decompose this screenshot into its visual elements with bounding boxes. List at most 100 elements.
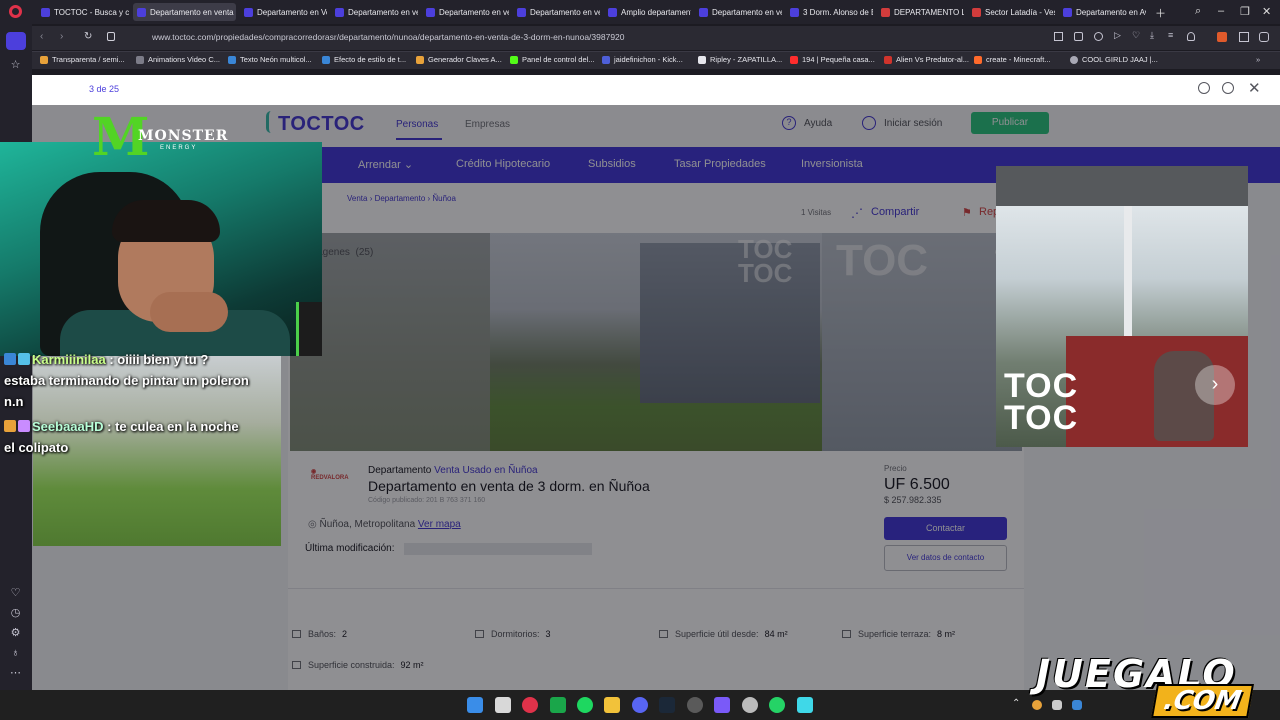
- tab-label: DEPARTAMENTO LAS: [894, 7, 964, 17]
- bookmark[interactable]: Generador Claves A...: [416, 55, 502, 64]
- discord-icon[interactable]: [632, 697, 648, 713]
- url-field[interactable]: www.toctoc.com/propiedades/compracorredo…: [152, 32, 625, 42]
- mod-badge-icon: [18, 353, 30, 365]
- browser-tab[interactable]: Departamento en ven: [331, 3, 418, 21]
- juegalo-domain: .COM: [1151, 684, 1254, 718]
- browser-tab[interactable]: 3 Dorm. Alonso de Er: [786, 3, 873, 21]
- bookmark-label: Efecto de estilo de t...: [334, 55, 407, 64]
- settings-app-icon[interactable]: [742, 697, 758, 713]
- close-window-icon[interactable]: ✕: [1262, 5, 1271, 18]
- close-icon[interactable]: ✕: [1248, 79, 1261, 97]
- whatsapp-icon[interactable]: [769, 697, 785, 713]
- browser-tab[interactable]: Departamento en ven: [513, 3, 600, 21]
- extension-icon[interactable]: [1217, 32, 1227, 42]
- play-icon[interactable]: ▷: [1114, 30, 1121, 41]
- reload-icon[interactable]: ↻: [84, 31, 92, 42]
- menu-icon[interactable]: ≡: [1168, 30, 1173, 40]
- start-button-icon[interactable]: [467, 697, 483, 713]
- toctoc-favicon-icon: [41, 7, 50, 17]
- edit-icon[interactable]: [1054, 32, 1063, 41]
- download-icon[interactable]: ⤓: [1150, 30, 1154, 41]
- bookmark-label: COOL GIRLD JAAJ |...: [1082, 55, 1158, 64]
- image-counter: 3 de 25: [89, 84, 120, 94]
- more-icon[interactable]: ⋯: [9, 667, 22, 680]
- search-tabs-icon[interactable]: ⌕: [1195, 5, 1201, 18]
- obs-icon[interactable]: [687, 697, 703, 713]
- next-photo-button[interactable]: ›: [1195, 365, 1235, 405]
- browser-tab[interactable]: Departamento en Ven: [240, 3, 327, 21]
- settings-icon[interactable]: ⚙: [9, 627, 22, 640]
- app-icon[interactable]: [714, 697, 730, 713]
- zoom-in-icon[interactable]: [1198, 82, 1210, 94]
- bookmark[interactable]: 194 | Pequeña casa...: [790, 55, 875, 64]
- chat-message-continued: n.n: [4, 394, 24, 409]
- browser-tab[interactable]: Sector Latadía - Vesp: [968, 3, 1055, 21]
- chat-text: : oiiii bien y tu ?: [105, 352, 209, 367]
- juegalo-watermark: JUEGALO .COM: [1036, 652, 1280, 720]
- more-bookmarks-icon[interactable]: »: [1256, 55, 1260, 64]
- profile-icon[interactable]: [1187, 32, 1195, 41]
- bookmark-favicon-icon: [322, 55, 330, 64]
- browser-tab[interactable]: TOCTOC - Busca y co: [37, 3, 129, 21]
- chat-text: : te culea en la noche: [103, 419, 239, 434]
- camera-icon[interactable]: [1074, 32, 1083, 41]
- home-icon[interactable]: [6, 32, 26, 50]
- bookmark-label: Ripley - ZAPATILLA...: [710, 55, 783, 64]
- back-icon[interactable]: ‹: [40, 31, 43, 42]
- bookmark[interactable]: Texto Neón multicol...: [228, 55, 312, 64]
- bookmarks-bar: Transparenta / semi... Animations Video …: [32, 51, 1280, 69]
- browser-tab[interactable]: Departamento en ven: [422, 3, 509, 21]
- tab-label: TOCTOC - Busca y co: [54, 7, 129, 17]
- task-view-icon[interactable]: [495, 697, 511, 713]
- browser-tab[interactable]: Amplio departamento: [604, 3, 691, 21]
- toctoc-favicon-icon: [608, 7, 617, 17]
- bookmark[interactable]: Alien Vs Predator-al...: [884, 55, 969, 64]
- bookmark[interactable]: Animations Video C...: [136, 55, 220, 64]
- bookmark-favicon-icon: [1070, 55, 1078, 64]
- generic-favicon-icon: [972, 7, 981, 17]
- star-icon[interactable]: ☆: [9, 59, 22, 72]
- spotify-icon[interactable]: [577, 697, 593, 713]
- bookmark[interactable]: Panel de control del...: [510, 55, 595, 64]
- lock-icon: [107, 32, 115, 41]
- browser-tab[interactable]: Departamento en Av: [1059, 3, 1146, 21]
- opera-taskbar-icon[interactable]: [522, 697, 538, 713]
- easy-setup-icon[interactable]: [1259, 32, 1269, 42]
- history-icon[interactable]: ◷: [9, 607, 22, 620]
- file-explorer-icon[interactable]: [604, 697, 620, 713]
- zoom-out-icon[interactable]: [1222, 82, 1234, 94]
- browser-tab-active[interactable]: Departamento en venta d: [133, 3, 236, 21]
- xbox-icon[interactable]: [550, 697, 566, 713]
- lightbulb-icon[interactable]: ♁: [9, 647, 22, 660]
- steam-icon[interactable]: [659, 697, 675, 713]
- vpn-icon[interactable]: [1094, 32, 1103, 41]
- bookmark-favicon-icon: [40, 55, 48, 64]
- chat-message: SeebaaaHD : te culea en la noche: [4, 419, 239, 434]
- tab-label: Departamento en ven: [712, 7, 782, 17]
- screenshot-icon[interactable]: [1239, 32, 1249, 42]
- tray-chevron-icon[interactable]: ⌃: [1012, 698, 1020, 709]
- heart-icon[interactable]: ♡: [9, 587, 22, 600]
- forward-icon[interactable]: ›: [60, 31, 63, 42]
- chat-message-continued: estaba terminando de pintar un poleron: [4, 373, 249, 388]
- generic-favicon-icon: [881, 7, 890, 17]
- bookmark[interactable]: COOL GIRLD JAAJ |...: [1070, 55, 1158, 64]
- notepad-icon[interactable]: [797, 697, 813, 713]
- bookmark[interactable]: Transparenta / semi...: [40, 55, 125, 64]
- chat-username: Karmiiinilaa: [32, 352, 106, 367]
- bookmark[interactable]: create - Minecraft...: [974, 55, 1051, 64]
- browser-tab[interactable]: Departamento en ven: [695, 3, 782, 21]
- bookmark-label: jaidefinichon - Kick...: [614, 55, 683, 64]
- heart-outline-icon[interactable]: ♡: [1132, 30, 1140, 41]
- bookmark[interactable]: jaidefinichon - Kick...: [602, 55, 683, 64]
- toctoc-favicon-icon: [244, 7, 253, 17]
- tab-label: Departamento en ven: [348, 7, 418, 17]
- opera-logo-icon[interactable]: [9, 5, 22, 18]
- viewer-current-photo[interactable]: TOC TOC: [996, 166, 1248, 447]
- new-tab-icon[interactable]: ＋: [1155, 5, 1166, 21]
- bookmark[interactable]: Efecto de estilo de t...: [322, 55, 406, 64]
- maximize-icon[interactable]: ❐: [1240, 5, 1250, 18]
- minimize-icon[interactable]: –: [1218, 5, 1224, 17]
- bookmark[interactable]: Ripley - ZAPATILLA...: [698, 55, 782, 64]
- browser-tab[interactable]: DEPARTAMENTO LAS: [877, 3, 964, 21]
